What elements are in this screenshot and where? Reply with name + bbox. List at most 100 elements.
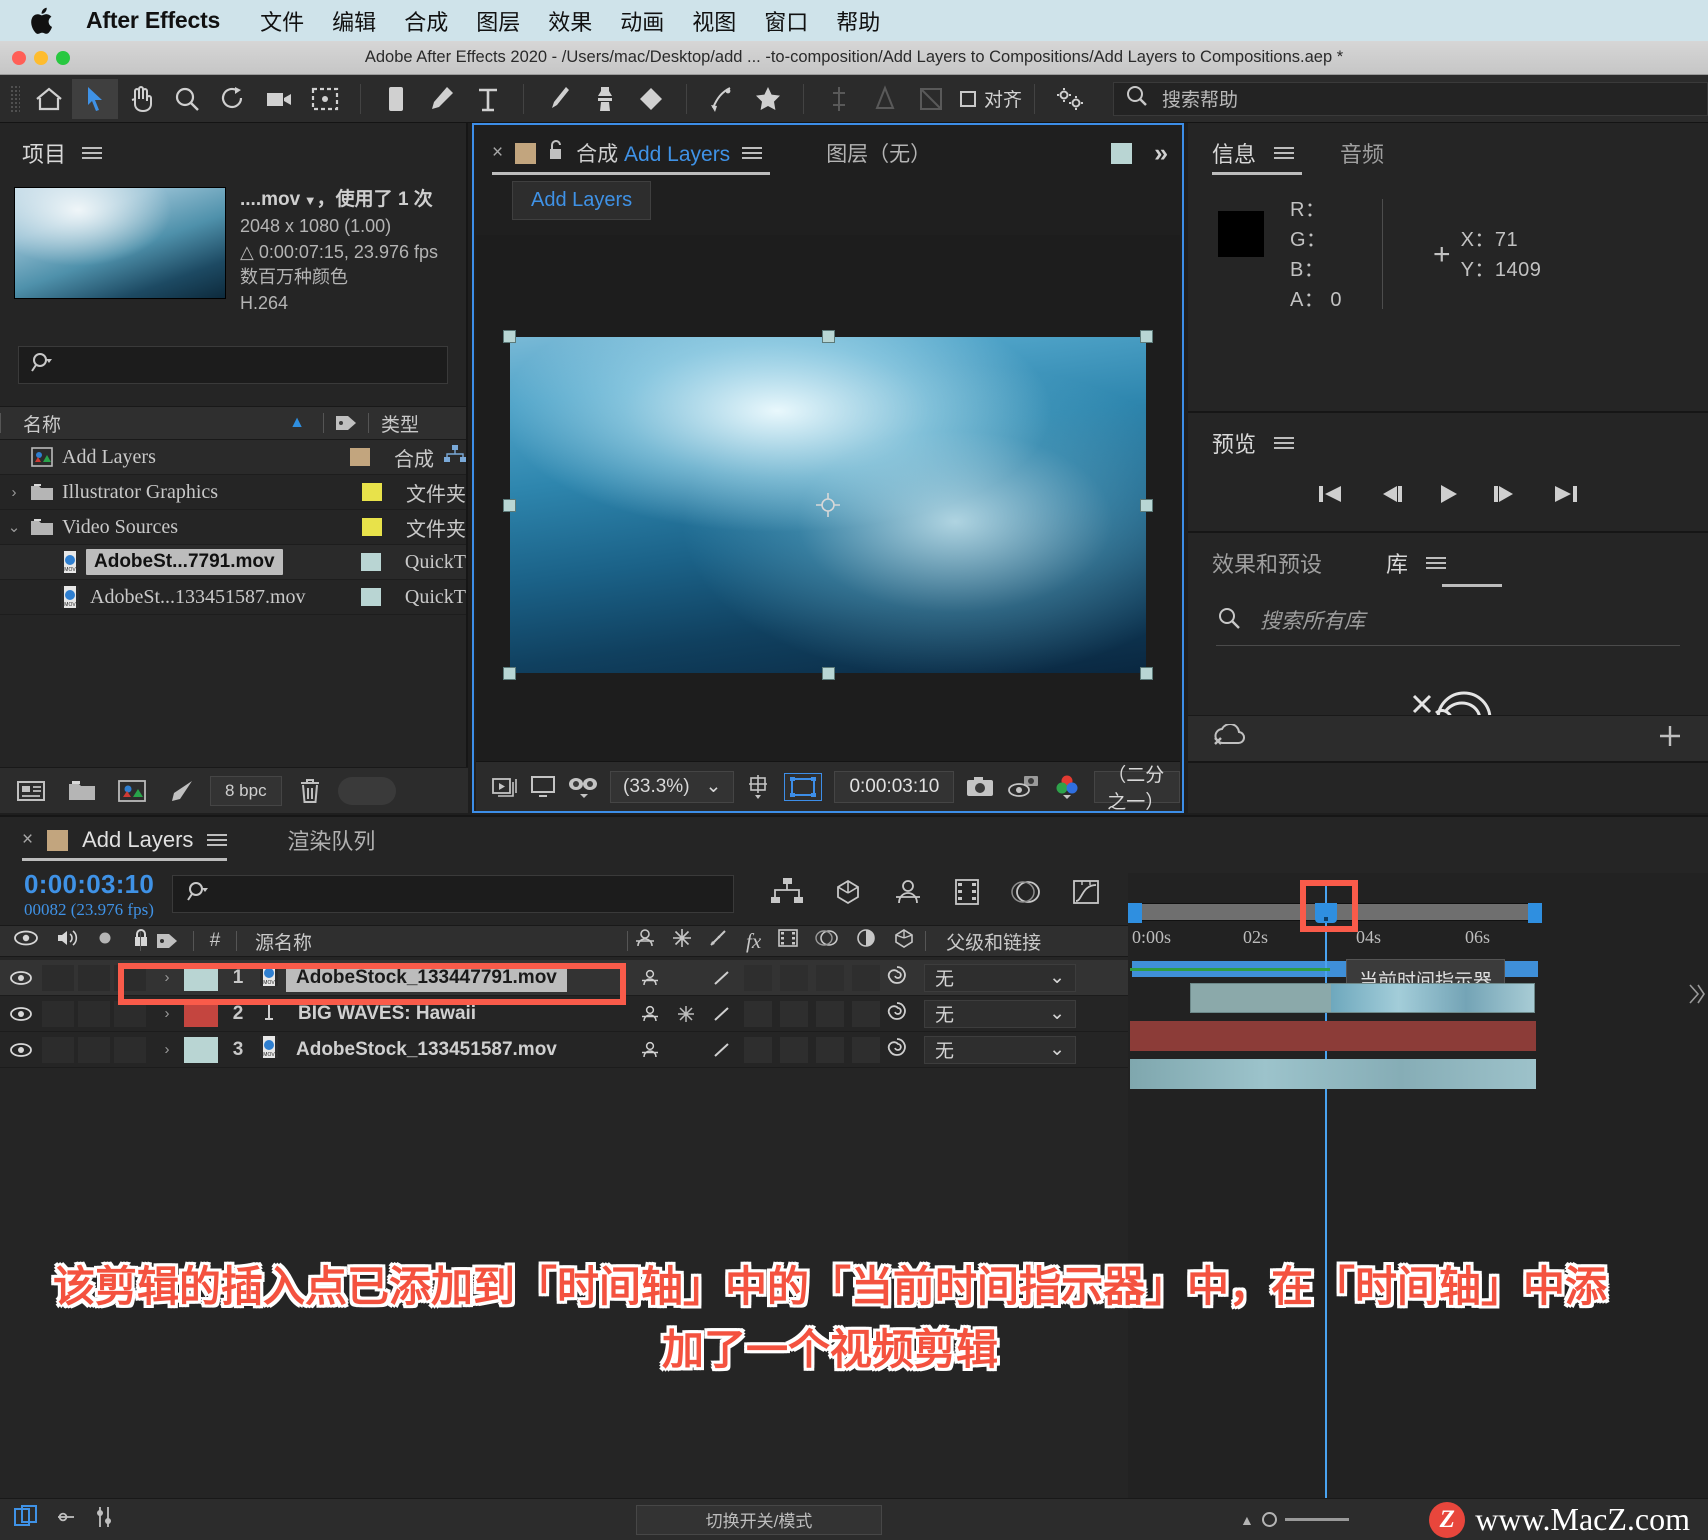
tab-render-queue[interactable]: 渲染队列 [287, 824, 375, 856]
toggle-switches-modes-icon[interactable] [14, 1505, 40, 1534]
transform-handle-tl[interactable] [503, 330, 516, 343]
clone-stamp-tool-icon[interactable] [582, 79, 628, 119]
frame-blend-switch-cell[interactable] [780, 1000, 808, 1027]
close-composition-tab-icon[interactable]: × [492, 142, 503, 164]
tab-effects-presets[interactable]: 效果和预设 [1212, 547, 1322, 579]
sort-ascending-icon[interactable]: ▲ [289, 414, 305, 432]
selection-tool-icon[interactable] [72, 78, 118, 119]
layer-label-swatch[interactable] [184, 964, 218, 991]
shy-switch-icon[interactable] [636, 1001, 664, 1027]
menu-item-edit[interactable]: 编辑 [318, 5, 390, 37]
workspace-settings-icon[interactable] [1047, 79, 1093, 119]
row-swatch[interactable] [350, 518, 394, 537]
library-search-field[interactable]: 搜索所有库 [1188, 579, 1708, 645]
quality-switch-icon[interactable] [708, 1037, 736, 1063]
composition-name-chip[interactable]: Add Layers [512, 181, 652, 220]
toolbar-drag-handle[interactable] [10, 84, 20, 113]
project-search-input[interactable] [18, 346, 448, 385]
first-frame-button[interactable] [1315, 481, 1345, 512]
time-ruler[interactable]: 0:00s 02s 04s 06s [1128, 895, 1708, 977]
shy-switch-icon[interactable] [636, 965, 664, 991]
bit-depth-button[interactable]: 8 bpc [210, 775, 282, 806]
motion-blur-icon[interactable] [1010, 877, 1042, 912]
effects-switch-cell[interactable] [744, 1000, 772, 1027]
quality-switch-icon[interactable] [708, 1001, 736, 1027]
close-timeline-tab-icon[interactable]: × [22, 829, 33, 851]
draft-3d-icon[interactable] [832, 877, 864, 912]
composition-tab-title[interactable]: 合成 Add Layers [576, 138, 730, 168]
layer-solo-toggle[interactable] [78, 1000, 110, 1027]
previous-frame-button[interactable] [1375, 481, 1405, 512]
composition-viewer-stage[interactable] [476, 235, 1180, 775]
info-menu-icon[interactable] [1274, 144, 1295, 162]
tab-layer[interactable]: 图层（无） [826, 138, 931, 168]
row-twisty-collapsed-icon[interactable]: › [0, 484, 28, 501]
transform-handle-tr[interactable] [1140, 330, 1153, 343]
layer-lock-toggle[interactable] [114, 1036, 146, 1063]
chevron-down-icon[interactable]: ⌄ [706, 775, 722, 798]
main-viewer-icon[interactable] [530, 775, 556, 799]
audio-header-icon[interactable] [56, 929, 78, 953]
resolution-dropdown[interactable]: （二分之一） [1094, 765, 1180, 813]
transform-handle-mr[interactable] [1140, 499, 1153, 512]
layer-lock-toggle[interactable] [114, 1000, 146, 1027]
timeline-comp-name[interactable]: Add Layers [82, 827, 193, 853]
composition-menu-icon[interactable] [742, 144, 763, 162]
layer-twisty[interactable]: › [150, 969, 184, 986]
work-area-end-handle[interactable] [1528, 903, 1542, 923]
text-tool-icon[interactable] [465, 79, 511, 119]
project-row-adobestock-7791[interactable]: MOV AdobeSt...7791.mov QuickT [0, 545, 466, 581]
adjustment-switch-cell[interactable] [852, 1036, 880, 1063]
effects-switch-cell[interactable] [744, 964, 772, 991]
layer-visibility-toggle[interactable] [0, 970, 42, 986]
project-empty-pill[interactable] [337, 776, 396, 805]
menu-item-layer[interactable]: 图层 [462, 5, 534, 37]
project-menu-icon[interactable] [82, 144, 103, 162]
parent-dropdown[interactable]: 无 ⌄ [924, 1035, 1076, 1064]
switches-modes-icon[interactable] [54, 1505, 78, 1534]
zoom-tool-icon[interactable] [164, 79, 210, 119]
show-snapshot-icon[interactable] [1008, 775, 1040, 799]
tab-libraries[interactable]: 库 [1386, 547, 1408, 579]
next-frame-button[interactable] [1491, 481, 1521, 512]
tab-preview[interactable]: 预览 [1212, 427, 1256, 459]
work-area-start-handle[interactable] [1128, 903, 1142, 923]
solo-header-icon[interactable] [96, 929, 114, 953]
source-name-column-header[interactable]: 源名称 [237, 928, 627, 955]
add-library-button[interactable] [1656, 722, 1684, 755]
layer-twisty[interactable]: › [150, 1005, 184, 1022]
layer-source-name[interactable]: AdobeStock_133447791.mov [286, 963, 567, 992]
shape-tool-icon[interactable] [373, 79, 419, 119]
cloud-offline-icon[interactable] [1212, 723, 1246, 753]
shy-switch-icon[interactable] [636, 1037, 664, 1063]
play-button[interactable] [1435, 481, 1461, 512]
align-layers-icon[interactable] [816, 79, 862, 119]
layer-audio-toggle[interactable] [42, 964, 74, 991]
menu-item-view[interactable]: 视图 [678, 5, 750, 37]
parent-dropdown[interactable]: 无 ⌄ [924, 999, 1076, 1028]
menu-item-composition[interactable]: 合成 [390, 5, 462, 37]
zoom-out-icon[interactable]: ▲ [1240, 1512, 1254, 1528]
frame-blending-icon[interactable] [952, 877, 982, 912]
layer-source-name[interactable]: BIG WAVES: Hawaii [288, 1000, 486, 1028]
quality-switch-icon[interactable] [708, 965, 736, 991]
layer-label-swatch[interactable] [184, 1036, 218, 1063]
layer-visibility-toggle[interactable] [0, 1006, 42, 1022]
timeline-layer-row-3[interactable]: › 3 MOV AdobeStock_133451587.mov 无 ⌄ [0, 1032, 1128, 1068]
pick-whip-icon[interactable] [884, 999, 910, 1029]
puppet-pin-tool-icon[interactable] [745, 79, 791, 119]
tab-audio[interactable]: 音频 [1340, 137, 1384, 169]
layer-lock-toggle[interactable] [114, 964, 146, 991]
layer-audio-toggle[interactable] [42, 1000, 74, 1027]
delete-icon[interactable] [288, 774, 332, 808]
collapse-switch-icon[interactable] [672, 1001, 700, 1027]
row-swatch[interactable] [338, 448, 382, 467]
timeline-zoom-slider[interactable]: ▲ [1240, 1512, 1349, 1528]
menu-item-animation[interactable]: 动画 [606, 5, 678, 37]
selected-layer-frame[interactable] [503, 330, 1153, 680]
eraser-tool-icon[interactable] [628, 79, 674, 119]
libraries-menu-icon[interactable] [1426, 554, 1447, 572]
menu-item-effect[interactable]: 效果 [534, 5, 606, 37]
project-row-video-sources[interactable]: ⌄ Video Sources 文件夹 [0, 510, 466, 546]
composition-timecode[interactable]: 0:00:03:10 [834, 770, 955, 803]
